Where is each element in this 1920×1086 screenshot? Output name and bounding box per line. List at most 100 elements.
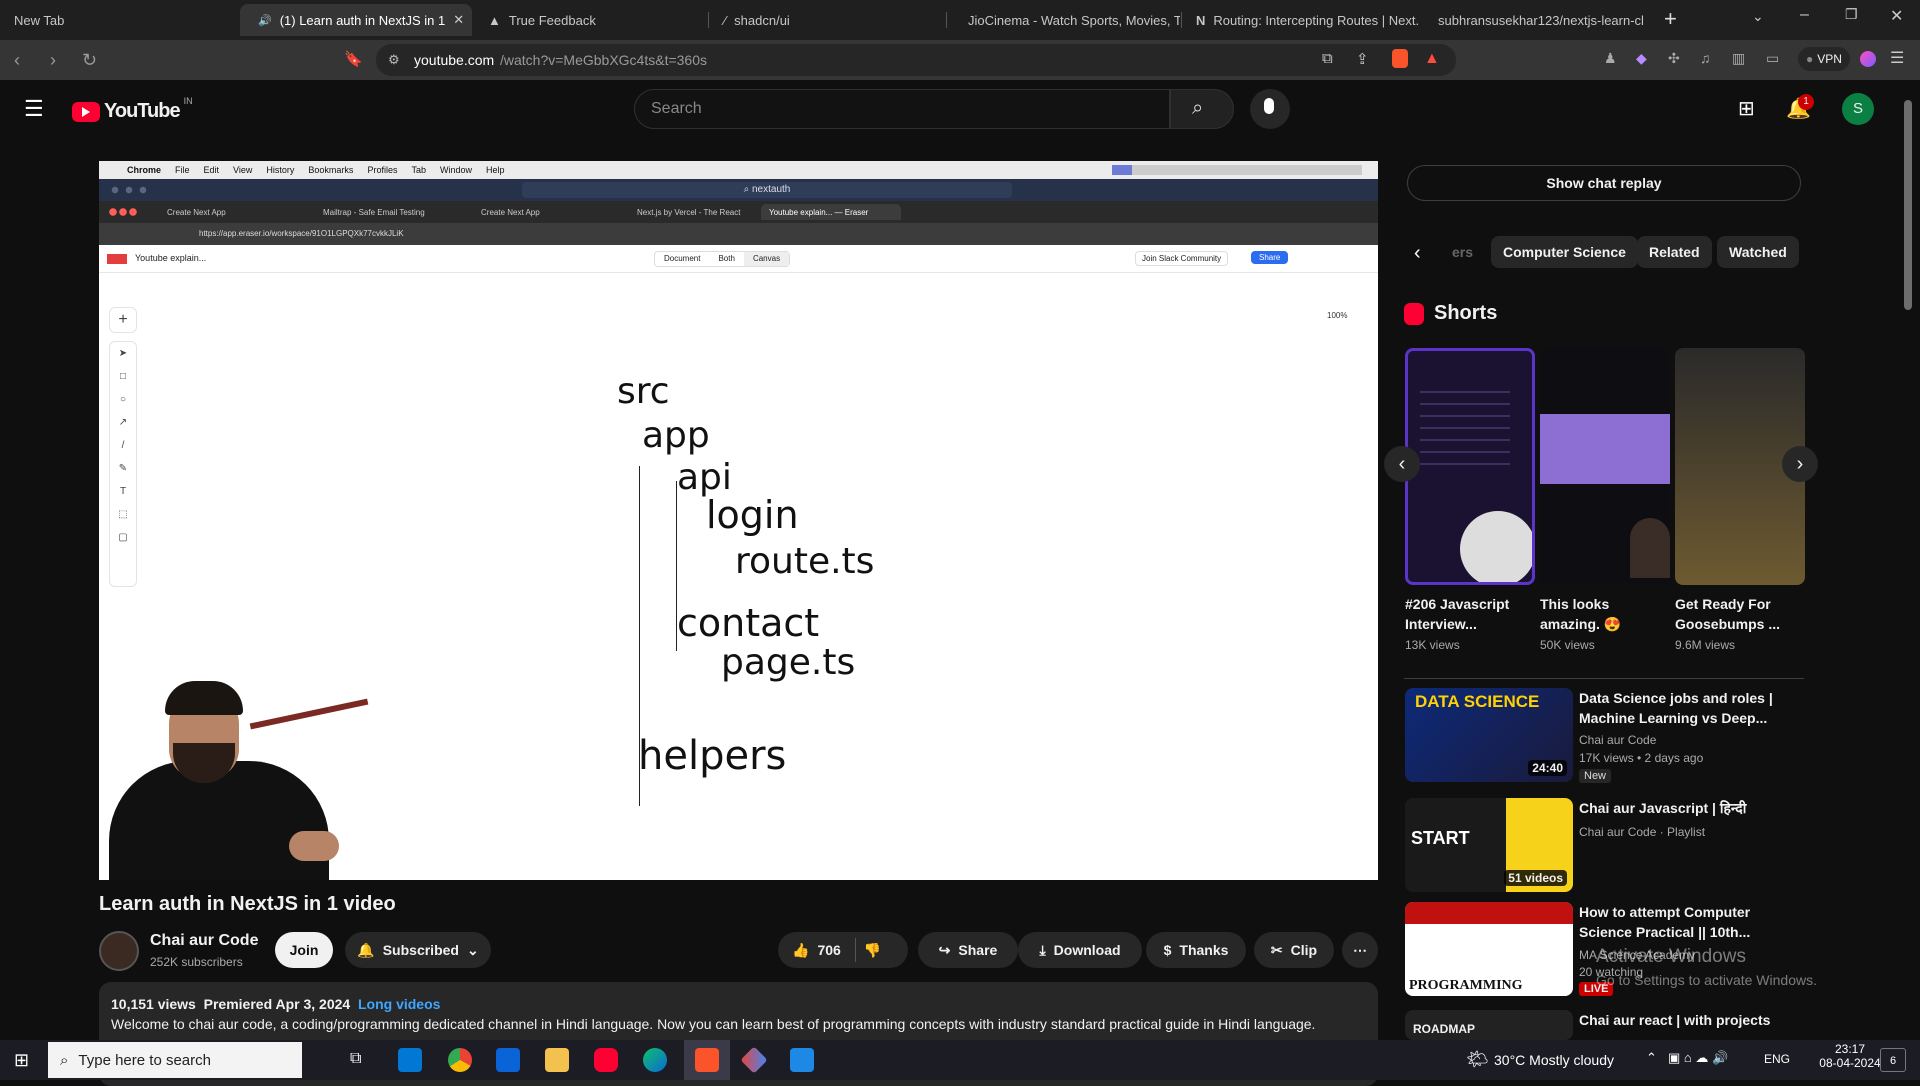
tab-nextjs-docs[interactable]: N Routing: Intercepting Routes | Next. [1186, 4, 1418, 36]
show-chat-replay-button[interactable]: Show chat replay [1407, 165, 1801, 201]
related-video-title[interactable]: Chai aur Javascript | हिन्दी [1579, 798, 1779, 818]
video-thumbnail[interactable]: PROGRAMMING [1405, 902, 1573, 996]
voice-search-button[interactable] [1250, 89, 1290, 129]
related-video-title[interactable]: Data Science jobs and roles | Machine Le… [1579, 688, 1779, 728]
tab-true-feedback[interactable]: ▲ True Feedback [478, 4, 708, 36]
thanks-button[interactable]: $ Thanks [1146, 932, 1246, 968]
clock[interactable]: 23:17 08-04-2024 [1810, 1042, 1890, 1070]
task-view-icon[interactable]: ⧉ [350, 1050, 361, 1068]
reload-icon[interactable]: ↻ [82, 50, 97, 71]
short-thumbnail[interactable] [1405, 348, 1535, 585]
weather-text[interactable]: 30°C Mostly cloudy [1494, 1052, 1614, 1068]
chips-prev-icon[interactable]: ‹ [1414, 242, 1421, 265]
brave-shields-icon[interactable] [1392, 49, 1408, 68]
address-bar[interactable]: ⚙ youtube.com /watch?v=MeGbbXGc4ts&t=360… [376, 44, 1456, 76]
speaker-icon[interactable]: 🔊 [258, 14, 272, 27]
short-title[interactable]: #206 Javascript Interview... [1405, 594, 1537, 634]
scrollbar-thumb[interactable] [1904, 100, 1912, 310]
join-button[interactable]: Join [275, 932, 333, 968]
select-tool-icon: ➤ [118, 348, 128, 359]
subscribed-button[interactable]: 🔔 Subscribed ⌄ [345, 932, 491, 968]
download-button[interactable]: ⤓ Download [1018, 932, 1142, 968]
back-icon[interactable]: ‹ [14, 50, 20, 71]
windows-start-icon[interactable]: ⊞ [14, 1050, 29, 1071]
video-player[interactable]: Chrome File Edit View History Bookmarks … [99, 161, 1378, 880]
ai-extension-icon[interactable]: ◆ [1636, 50, 1647, 67]
browser-menu-icon[interactable]: ☰ [1890, 48, 1904, 68]
vpn-button[interactable]: ● VPN [1798, 47, 1850, 71]
tab-youtube[interactable]: 🔊 (1) Learn auth in NextJS in 1 ✕ [240, 4, 472, 36]
tree-page: page.ts [721, 642, 856, 683]
microsoft-store-icon[interactable] [398, 1048, 422, 1072]
wallet-icon[interactable]: ▭ [1766, 50, 1779, 67]
tab-search-chevron-icon[interactable]: ⌄ [1752, 8, 1764, 25]
vscode-icon[interactable] [790, 1048, 814, 1072]
chip-watched[interactable]: Watched [1717, 236, 1799, 268]
share-button[interactable]: ↪ Share [918, 932, 1018, 968]
chip-partial[interactable]: ers [1440, 236, 1485, 268]
short-thumbnail[interactable] [1540, 348, 1670, 585]
leo-ai-icon[interactable] [1860, 51, 1876, 67]
tab-github[interactable]: subhransusekhar123/nextjs-learn-cl [1420, 4, 1652, 36]
media-icon[interactable]: ♫ [1700, 50, 1711, 66]
like-icon[interactable]: 👍 [792, 942, 809, 959]
tab-jiocinema[interactable]: JioCinema - Watch Sports, Movies, T [950, 4, 1180, 36]
forward-icon[interactable]: › [50, 50, 56, 71]
related-channel[interactable]: Chai aur Code · Playlist [1579, 823, 1705, 841]
create-video-icon[interactable]: ⊞ [1738, 96, 1755, 121]
tray-chevron-icon[interactable]: ⌃ [1646, 1050, 1657, 1066]
brave-icon[interactable] [695, 1048, 719, 1072]
taskbar-search-input[interactable]: ⌕ Type here to search [48, 1042, 302, 1078]
shorts-prev-icon[interactable]: ‹ [1384, 446, 1420, 482]
related-video-title[interactable]: Chai aur react | with projects [1579, 1010, 1779, 1030]
new-tab-plus-icon[interactable]: + [1664, 6, 1677, 32]
new-tab-label[interactable]: New Tab [4, 4, 234, 36]
puzzle-icon[interactable]: ✣ [1668, 50, 1680, 67]
video-thumbnail[interactable]: DATA SCIENCE 24:40 [1405, 688, 1573, 782]
related-channel[interactable]: Chai aur Code [1579, 731, 1656, 749]
site-info-icon[interactable]: ⚙ [388, 52, 400, 68]
search-button[interactable]: ⌕ [1170, 89, 1234, 129]
video-thumbnail[interactable]: ROADMAP [1405, 1010, 1573, 1040]
page-scrollbar[interactable] [1904, 100, 1914, 1040]
guide-menu-icon[interactable]: ☰ [24, 96, 44, 122]
long-videos-tag[interactable]: Long videos [358, 996, 440, 1012]
chip-computer-science[interactable]: Computer Science [1491, 236, 1638, 268]
chip-related[interactable]: Related [1637, 236, 1712, 268]
related-video-title[interactable]: How to attempt Computer Science Practica… [1579, 902, 1779, 942]
short-title[interactable]: This looks amazing. 😍 [1540, 594, 1672, 634]
file-explorer-icon[interactable] [545, 1048, 569, 1072]
share-page-icon[interactable]: ⇪ [1356, 50, 1369, 68]
divider [854, 938, 856, 962]
channel-name[interactable]: Chai aur Code [150, 932, 258, 950]
playlist-thumbnail[interactable]: START 51 videos [1405, 798, 1573, 892]
action-center-icon[interactable]: 6 [1880, 1048, 1906, 1072]
close-tab-icon[interactable]: ✕ [453, 12, 464, 28]
bookmark-icon[interactable]: 🔖 [344, 50, 363, 68]
dislike-icon[interactable]: 👎 [864, 942, 881, 959]
channel-avatar[interactable] [99, 931, 139, 971]
sidebar-toggle-icon[interactable]: ▥ [1732, 50, 1745, 67]
youtube-app-icon[interactable] [594, 1048, 618, 1072]
tab-shadcn[interactable]: ⁄ shadcn/ui [714, 4, 944, 36]
maximize-icon[interactable]: ❐ [1845, 6, 1858, 23]
more-actions-icon[interactable]: ⋯ [1342, 932, 1378, 968]
chrome-icon[interactable] [448, 1048, 472, 1072]
shorts-next-icon[interactable]: › [1782, 446, 1818, 482]
extension-icon[interactable]: ♟ [1604, 50, 1617, 67]
mail-icon[interactable] [496, 1048, 520, 1072]
edge-icon[interactable] [643, 1048, 667, 1072]
clip-button[interactable]: ✂ Clip [1254, 932, 1334, 968]
youtube-logo[interactable]: YouTube IN [72, 96, 193, 123]
close-window-icon[interactable]: ✕ [1890, 6, 1903, 26]
brave-rewards-icon[interactable]: ▲ [1424, 50, 1440, 68]
minimize-icon[interactable]: – [1800, 6, 1809, 24]
language-indicator[interactable]: ENG [1764, 1052, 1790, 1066]
short-title[interactable]: Get Ready For Goosebumps ... [1675, 594, 1807, 634]
like-count[interactable]: 706 [817, 942, 840, 958]
eraser-toolbar: Youtube explain... Document Both Canvas … [99, 245, 1378, 273]
open-in-app-icon[interactable]: ⧉ [1322, 50, 1333, 67]
tray-icons[interactable]: ▣ ⌂ ☁ 🔊 [1668, 1050, 1728, 1066]
account-avatar[interactable]: S [1842, 93, 1874, 125]
search-input[interactable]: Search [634, 89, 1170, 129]
